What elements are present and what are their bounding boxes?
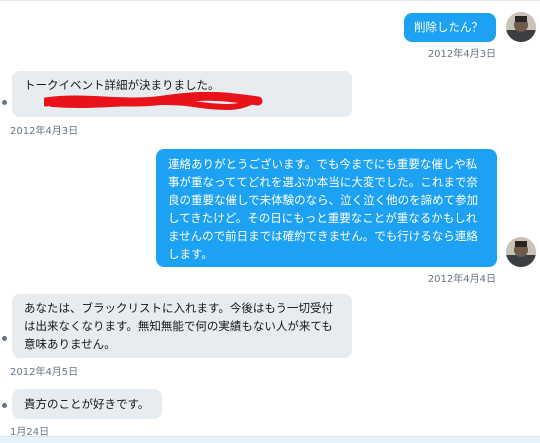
user-avatar[interactable] — [506, 237, 536, 267]
avatar-photo-icon — [506, 237, 536, 267]
message-timestamp: 2012年4月4日 — [427, 274, 496, 285]
message-timestamp: 2012年4月5日 — [10, 367, 79, 378]
message-timestamp: 2012年4月3日 — [10, 126, 79, 137]
redaction-scribble — [44, 92, 263, 110]
message-bubble-received[interactable]: 貴方のことが好きです。 — [12, 389, 162, 419]
message-bubble-sent[interactable]: 連絡ありがとうございます。でも今までにも重要な催しや私事が重なっててどれを選ぶか… — [156, 149, 497, 267]
avatar-photo-icon — [506, 12, 536, 42]
top-divider — [0, 0, 540, 1]
message-bubble-received[interactable]: あなたは、ブラックリストに入れます。今後はもう一切受付は出来なくなります。無知無… — [12, 294, 352, 358]
user-avatar[interactable] — [506, 12, 536, 42]
status-dot — [2, 100, 7, 105]
status-dot — [2, 403, 7, 408]
message-bubble-sent[interactable]: 削除したん？ — [404, 13, 496, 42]
message-timestamp: 2012年4月3日 — [427, 49, 496, 60]
bottom-divider — [0, 436, 540, 443]
status-dot — [2, 336, 7, 341]
